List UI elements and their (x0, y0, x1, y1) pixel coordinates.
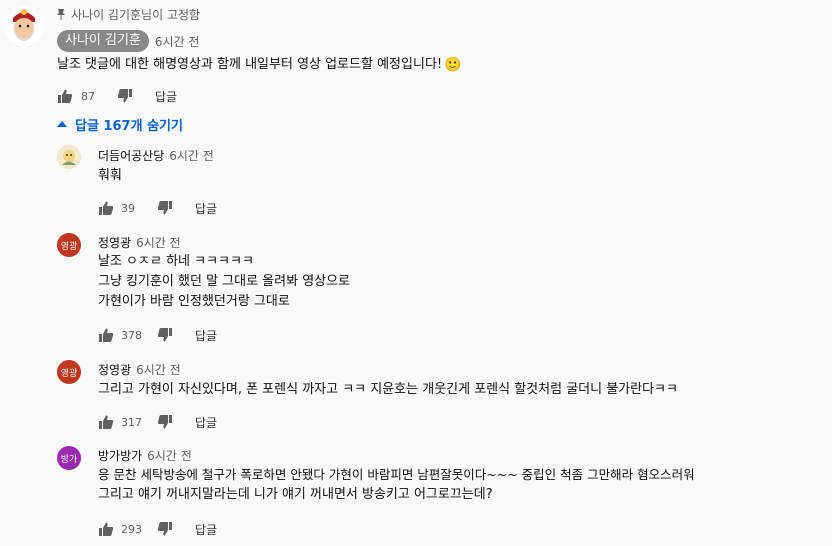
reply-actions: 317 답글 (98, 412, 217, 432)
reply-avatar[interactable]: 영광 (57, 233, 81, 257)
reply-button[interactable]: 답글 (195, 521, 217, 538)
reply-avatar[interactable]: 영광 (57, 360, 81, 384)
reply-avatar[interactable] (57, 145, 81, 169)
pinned-label: 사나이 김기훈님이 고정함 (71, 7, 201, 22)
reply-text: 그리고 가현이 자신있다며, 폰 포렌식 까자고 ㅋㅋ 지윤호는 개웃긴게 포렌… (98, 382, 678, 397)
reply-author[interactable]: 방가방가 (98, 447, 142, 464)
like-count: 293 (121, 522, 142, 536)
reply-button[interactable]: 답글 (195, 327, 217, 344)
thumbs-down-icon (117, 89, 132, 103)
thumbs-down-icon (157, 328, 172, 342)
reply-header: 정영광 6시간 전 (98, 360, 181, 378)
author-badge[interactable]: 사나이 김기훈 (57, 30, 149, 52)
chevron-up-icon (57, 121, 67, 127)
reply-text-line: 응 문찬 세탁방송에 철구가 폭로하면 안됐다 가현이 바람피면 남편잘못이다~… (98, 467, 695, 482)
reply-text-line: 그리고 얘기 꺼내지말라는데 니가 얘기 꺼내면서 방송키고 어그로끄는데? (98, 487, 493, 502)
reply-time[interactable]: 6시간 전 (136, 361, 181, 378)
comment-actions: 87 답글 (57, 86, 177, 106)
reply-author[interactable]: 정영광 (98, 234, 131, 251)
like-count: 317 (121, 415, 142, 429)
comment-text-row: 날조 댓글에 대한 해명영상과 함께 내일부터 영상 업로드할 예정입니다! 🙂 (57, 55, 462, 75)
dislike-button[interactable] (157, 200, 173, 216)
thumbs-up-icon (99, 522, 114, 536)
dislike-button[interactable] (117, 88, 133, 104)
reply-text-line: 가현이가 바람 인정했던거랑 그대로 (98, 294, 290, 309)
like-count: 87 (81, 89, 95, 103)
comment-text: 날조 댓글에 대한 해명영상과 함께 내일부터 영상 업로드할 예정입니다! (57, 57, 443, 72)
reply-button[interactable]: 답글 (195, 200, 217, 217)
reply-text-line: 날조 ㅇㅈㄹ 하네 ㅋㅋㅋㅋㅋ (98, 254, 254, 269)
like-count: 378 (121, 328, 142, 342)
reply-header: 정영광 6시간 전 (98, 233, 181, 251)
thumbs-up-icon (99, 201, 114, 215)
hide-replies-label: 답글 167개 숨기기 (75, 118, 183, 134)
pin-icon (57, 9, 65, 20)
reply-text: 훠훠 (98, 168, 122, 183)
reply-avatar-initials: 방가 (60, 454, 78, 465)
reply-time[interactable]: 6시간 전 (136, 234, 181, 251)
reply-button[interactable]: 답글 (195, 414, 217, 431)
pinned-indicator: 사나이 김기훈님이 고정함 (56, 6, 200, 22)
thumbs-up-icon (99, 328, 114, 342)
reply-author[interactable]: 더듬어공산당 (98, 147, 164, 164)
reply-header: 방가방가 6시간 전 (98, 446, 192, 464)
thumbs-down-icon (157, 522, 172, 536)
like-count: 39 (121, 201, 135, 215)
channel-avatar-image (4, 6, 44, 46)
thumbs-down-icon (157, 201, 172, 215)
like-button[interactable] (98, 200, 114, 216)
reply-actions: 378 답글 (98, 325, 217, 345)
like-button[interactable] (98, 521, 114, 537)
reply-text: 날조 ㅇㅈㄹ 하네 ㅋㅋㅋㅋㅋ 그냥 킹기훈이 했던 말 그대로 올려봐 영상으… (98, 252, 350, 312)
reply-author[interactable]: 정영광 (98, 361, 131, 378)
dislike-button[interactable] (157, 414, 173, 430)
comment-header: 사나이 김기훈 6시간 전 (57, 30, 199, 52)
thumbs-up-icon (99, 415, 114, 429)
reply-avatar-initials: 영광 (60, 241, 78, 252)
reply-button[interactable]: 답글 (155, 88, 177, 105)
like-button[interactable] (98, 414, 114, 430)
comment-time[interactable]: 6시간 전 (155, 33, 200, 50)
reply-text-line: 그냥 킹기훈이 했던 말 그대로 올려봐 영상으로 (98, 274, 351, 289)
reply-avatar-image (57, 145, 81, 169)
dislike-button[interactable] (157, 521, 173, 537)
reply-time[interactable]: 6시간 전 (147, 447, 192, 464)
like-button[interactable] (98, 327, 114, 343)
dislike-button[interactable] (157, 327, 173, 343)
reply-avatar[interactable]: 방가 (57, 446, 81, 470)
reply-actions: 293 답글 (98, 519, 217, 539)
reply-header: 더듬어공산당 6시간 전 (98, 146, 214, 164)
reply-time[interactable]: 6시간 전 (169, 147, 214, 164)
thumbs-down-icon (157, 415, 172, 429)
channel-avatar[interactable] (4, 6, 44, 46)
hide-replies-toggle[interactable]: 답글 167개 숨기기 (57, 114, 183, 134)
reply-text: 응 문찬 세탁방송에 철구가 폭로하면 안됐다 가현이 바람피면 남편잘못이다~… (98, 465, 695, 505)
like-button[interactable] (57, 88, 73, 104)
reply-actions: 39 답글 (98, 198, 217, 218)
smiley-emoji: 🙂 (444, 57, 462, 73)
thumbs-up-icon (58, 89, 73, 103)
reply-avatar-initials: 영광 (60, 368, 78, 379)
